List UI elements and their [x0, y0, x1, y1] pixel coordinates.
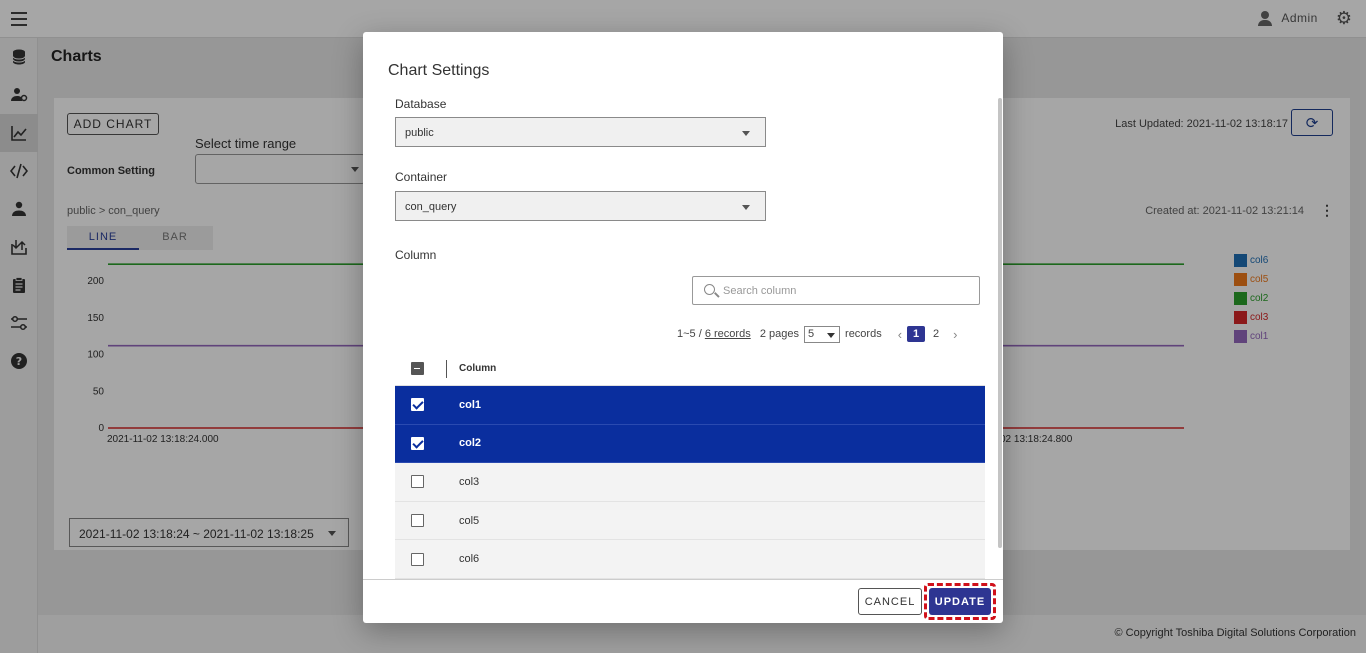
table-row[interactable]: col6 [395, 540, 985, 579]
container-label: Container [395, 170, 448, 184]
page-count: 2 pages [759, 328, 800, 340]
table-row[interactable]: col1 [395, 386, 985, 425]
table-row[interactable]: col2 [395, 424, 985, 464]
database-value: public [405, 127, 434, 139]
chevron-right-icon[interactable]: › [953, 327, 957, 342]
row-column-name: col6 [459, 553, 480, 566]
row-checkbox[interactable] [411, 552, 424, 566]
select-all-checkbox[interactable] [411, 362, 424, 375]
chevron-down-icon [742, 131, 750, 136]
row-column-name: col3 [459, 475, 480, 488]
page-size-value: 5 [808, 327, 815, 340]
row-checkbox[interactable] [411, 436, 424, 450]
pagination: 1~5 / 6 records 2 pages 5 records ‹ 1 2 … [677, 324, 962, 344]
row-checkbox[interactable] [411, 514, 424, 528]
database-label: Database [395, 97, 447, 111]
search-icon [704, 284, 715, 295]
header-divider [446, 360, 447, 378]
row-checkbox[interactable] [411, 398, 424, 412]
dialog-title: Chart Settings [388, 62, 490, 79]
page-2-button[interactable]: 2 [927, 326, 945, 342]
records-word: records [845, 328, 882, 340]
chevron-left-icon[interactable]: ‹ [898, 327, 902, 342]
chevron-down-icon [742, 205, 750, 210]
records-link[interactable]: 6 records [705, 328, 751, 340]
row-checkbox[interactable] [411, 475, 424, 489]
cancel-button[interactable]: CANCEL [858, 588, 922, 615]
row-column-name: col2 [459, 437, 482, 450]
column-table: Column col1 col2 col3 col5 col6 [395, 352, 985, 579]
container-value: con_query [405, 201, 457, 213]
search-placeholder: Search column [723, 284, 797, 297]
chevron-down-icon [827, 332, 836, 338]
page-size-select[interactable]: 5 [804, 325, 841, 343]
table-header: Column [395, 352, 985, 386]
dialog-content: Database public Container con_query Colu… [363, 96, 1003, 579]
update-button[interactable]: UPDATE [929, 588, 991, 615]
dialog-actions: CANCEL UPDATE [363, 579, 1003, 623]
row-column-name: col5 [459, 514, 480, 527]
column-header: Column [459, 363, 497, 374]
page-1-button[interactable]: 1 [907, 326, 926, 342]
pagination-range: 1~5 / [677, 328, 702, 340]
table-row[interactable]: col5 [395, 501, 985, 541]
database-select[interactable]: public [395, 117, 766, 147]
row-column-name: col1 [459, 398, 482, 411]
search-column-input[interactable]: Search column [692, 276, 980, 305]
table-row[interactable]: col3 [395, 463, 985, 502]
chart-settings-dialog: Chart Settings Database public Container… [363, 32, 1003, 623]
column-label: Column [395, 248, 437, 262]
container-select[interactable]: con_query [395, 191, 766, 221]
